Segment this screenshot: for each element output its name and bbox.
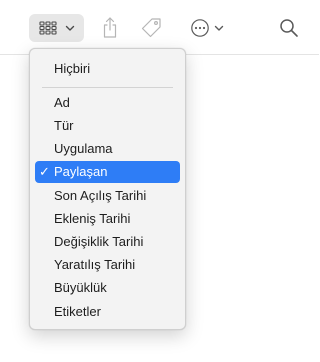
group-button[interactable] — [29, 14, 84, 42]
share-icon — [103, 17, 117, 38]
menu-item-date-created[interactable]: Yaratılış Tarihi — [35, 254, 180, 276]
menu-item-label: Son Açılış Tarihi — [54, 188, 147, 203]
menu-item-label: Ad — [54, 95, 70, 110]
menu-separator — [42, 87, 173, 88]
menu-item-none[interactable]: Hiçbiri — [35, 58, 180, 80]
menu-item-application[interactable]: Uygulama — [35, 138, 180, 160]
search-icon — [280, 19, 298, 37]
group-by-menu: Hiçbiri Ad Tür Uygulama ✓ Paylaşan Son A… — [29, 48, 186, 330]
menu-item-name[interactable]: Ad — [35, 92, 180, 114]
menu-item-date-added[interactable]: Ekleniş Tarihi — [35, 208, 180, 230]
menu-item-label: Tür — [54, 118, 74, 133]
menu-item-label: Yaratılış Tarihi — [54, 257, 136, 272]
tag-icon — [141, 18, 161, 38]
action-button[interactable] — [186, 15, 228, 41]
menu-item-last-opened[interactable]: Son Açılış Tarihi — [35, 185, 180, 207]
search-button[interactable] — [276, 15, 302, 41]
menu-item-label: Ekleniş Tarihi — [54, 211, 131, 226]
menu-item-label: Büyüklük — [54, 280, 107, 295]
menu-item-tags[interactable]: Etiketler — [35, 301, 180, 323]
menu-item-date-modified[interactable]: Değişiklik Tarihi — [35, 231, 180, 253]
menu-item-label: Uygulama — [54, 141, 113, 156]
chevron-down-icon — [214, 25, 224, 31]
menu-item-label: Paylaşan — [54, 164, 108, 179]
menu-item-kind[interactable]: Tür — [35, 115, 180, 137]
menu-item-size[interactable]: Büyüklük — [35, 277, 180, 299]
ellipsis-circle-icon — [191, 19, 209, 37]
menu-item-label: Değişiklik Tarihi — [54, 234, 144, 249]
checkmark-icon: ✓ — [39, 164, 50, 179]
grid-icon — [38, 21, 57, 35]
toolbar — [0, 0, 319, 54]
finder-window: Hiçbiri Ad Tür Uygulama ✓ Paylaşan Son A… — [0, 0, 319, 362]
menu-item-label: Etiketler — [54, 304, 101, 319]
menu-item-shared-by[interactable]: ✓ Paylaşan — [35, 161, 180, 183]
tag-button[interactable] — [138, 15, 164, 41]
menu-item-label: Hiçbiri — [54, 61, 91, 76]
chevron-down-icon — [65, 25, 74, 31]
share-button[interactable] — [98, 15, 122, 41]
